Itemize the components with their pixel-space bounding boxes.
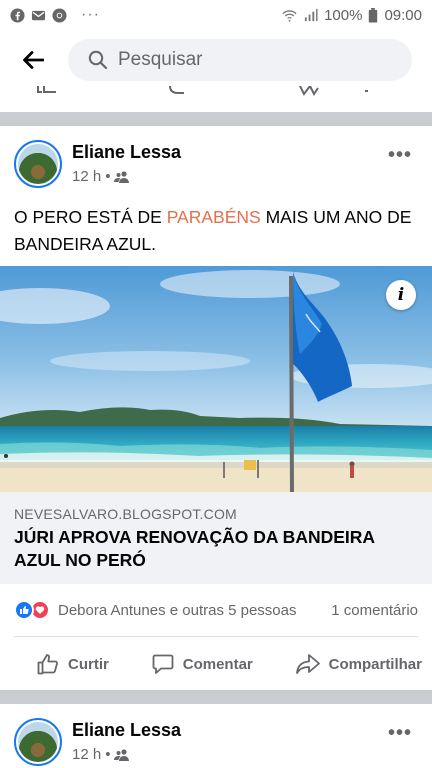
status-overflow: ···	[81, 6, 100, 23]
meta-dot: •	[105, 746, 111, 763]
signal-icon	[304, 8, 318, 21]
status-bar: ··· 100% 09:00	[0, 0, 432, 30]
search-placeholder: Pesquisar	[118, 49, 203, 70]
like-label: Curtir	[68, 655, 109, 673]
reaction-icons	[14, 599, 54, 621]
post-text-highlight: PARABÉNS	[166, 207, 261, 227]
reactions-summary[interactable]: Debora Antunes e outras 5 pessoas	[14, 599, 297, 621]
friends-icon	[114, 170, 130, 183]
post-author[interactable]: Eliane Lessa	[72, 720, 181, 741]
comments-count[interactable]: 1 comentário	[331, 602, 418, 619]
like-reaction-icon	[14, 600, 34, 620]
image-info-button[interactable]: i	[386, 280, 416, 310]
link-domain: NEVESALVARO.BLOGSPOT.COM	[14, 506, 237, 522]
post-author[interactable]: Eliane Lessa	[72, 142, 181, 163]
search-input[interactable]: Pesquisar	[68, 39, 412, 81]
post-meta: 12 h •	[72, 746, 130, 763]
post-meta: 12 h •	[72, 168, 130, 185]
feed-separator	[0, 112, 432, 126]
wifi-icon	[282, 9, 297, 22]
top-bar: Pesquisar	[0, 30, 432, 90]
post-text: O PERO ESTÁ DE PARABÉNS MAIS UM ANO DE B…	[14, 204, 424, 258]
post-time[interactable]: 12 h	[72, 746, 101, 763]
battery-icon	[369, 7, 378, 23]
comment-icon	[152, 654, 174, 674]
like-button[interactable]: Curtir	[36, 652, 109, 676]
post-text-before: O PERO ESTÁ DE	[14, 207, 167, 227]
facebook-icon	[10, 7, 25, 23]
post-time[interactable]: 12 h	[72, 168, 101, 185]
previous-post-actions	[0, 86, 432, 110]
previous-post-action-icons	[37, 86, 368, 96]
link-title: JÚRI APROVA RENOVAÇÃO DA BANDEIRA AZUL N…	[14, 527, 375, 570]
comment-button[interactable]: Comentar	[151, 652, 253, 676]
reactions-bar: Debora Antunes e outras 5 pessoas 1 come…	[14, 596, 418, 624]
post-header: Eliane Lessa 12 h • •••	[0, 126, 432, 190]
arrow-left-icon	[23, 51, 44, 69]
more-options-icon[interactable]: •••	[388, 144, 412, 167]
post-header: Eliane Lessa 12 h • •••	[0, 704, 432, 768]
share-icon	[295, 654, 320, 674]
feed-separator	[0, 690, 432, 704]
reactions-text: Debora Antunes e outras 5 pessoas	[58, 601, 297, 619]
avatar[interactable]	[14, 140, 62, 188]
beach-flag-photo	[0, 266, 432, 492]
action-divider	[14, 636, 418, 637]
comment-label: Comentar	[182, 655, 253, 673]
meta-dot: •	[105, 168, 111, 185]
more-options-icon[interactable]: •••	[388, 722, 412, 745]
chrome-icon	[52, 7, 67, 23]
share-button[interactable]: Compartilhar	[295, 652, 422, 676]
avatar[interactable]	[14, 718, 62, 766]
status-bar-left: ···	[10, 6, 100, 24]
back-button[interactable]	[10, 37, 56, 83]
clock: 09:00	[384, 6, 422, 24]
mail-icon	[31, 10, 46, 20]
share-label: Compartilhar	[328, 655, 422, 673]
link-preview[interactable]: NEVESALVARO.BLOGSPOT.COM JÚRI APROVA REN…	[0, 492, 432, 584]
post-actions: Curtir Comentar Compartilhar	[0, 644, 432, 684]
search-icon	[88, 50, 108, 70]
post-image[interactable]: i	[0, 266, 432, 492]
battery-percent: 100%	[324, 6, 363, 24]
friends-icon	[114, 748, 130, 761]
thumbs-up-icon	[37, 654, 58, 675]
status-bar-right: 100% 09:00	[282, 7, 422, 24]
